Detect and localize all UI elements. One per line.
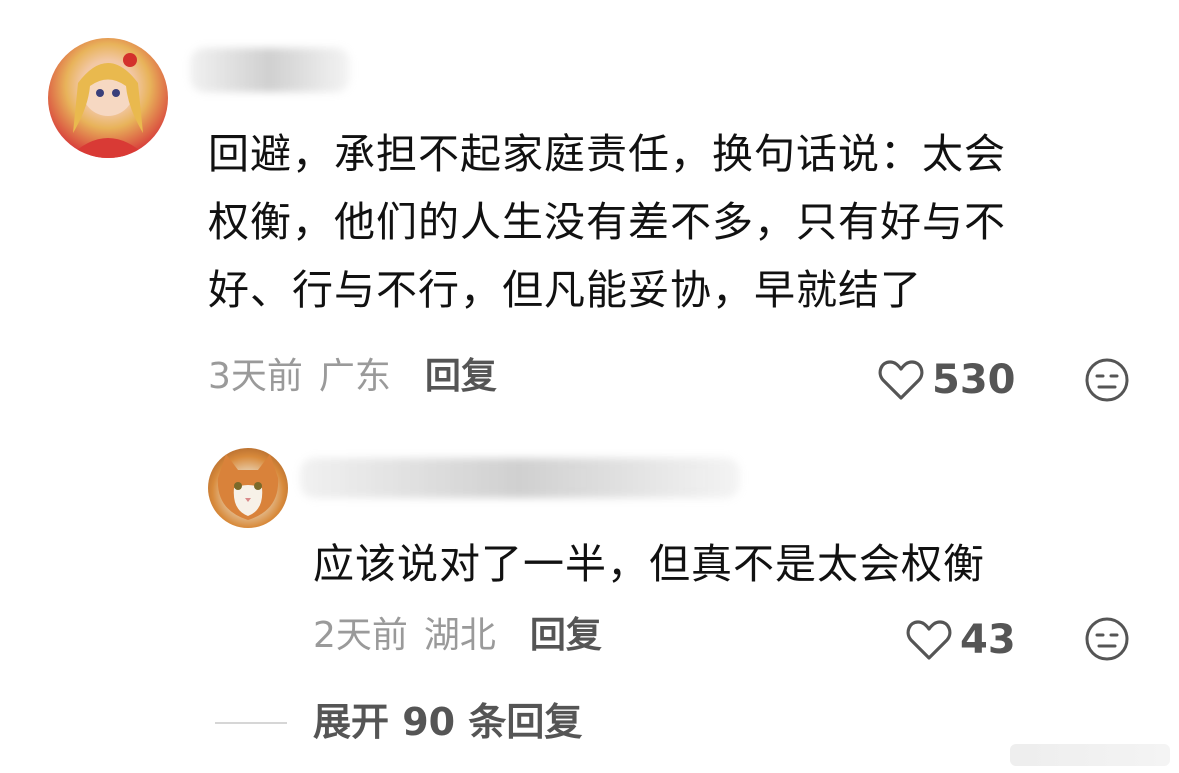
comment-meta: 3天前 广东 回复 <box>208 353 497 401</box>
comment-text: 回避，承担不起家庭责任，换句话说：太会 权衡，他们的人生没有差不多，只有好与不 … <box>208 130 1006 314</box>
watermark <box>1010 744 1170 766</box>
reply-username-blurred[interactable] <box>300 458 740 498</box>
reply-meta: 2天前 湖北 回复 <box>313 612 602 660</box>
comment-time: 3天前 <box>208 356 303 397</box>
expand-replies-button[interactable]: 展开 90 条回复 <box>313 698 582 746</box>
reply-text: 应该说对了一半，但真不是太会权衡 <box>313 540 985 588</box>
like-count: 530 <box>932 357 1016 403</box>
reply-avatar[interactable] <box>208 448 288 528</box>
reply-time: 2天前 <box>313 615 408 656</box>
reply-to-reply-button[interactable]: 回复 <box>530 612 602 660</box>
cat-avatar-image <box>217 454 279 520</box>
username-blurred[interactable] <box>190 48 350 92</box>
neutral-face-icon[interactable] <box>1084 616 1130 662</box>
like-button[interactable]: 530 <box>878 352 1016 408</box>
heart-outline-icon <box>878 360 924 400</box>
reply-location: 湖北 <box>423 615 496 656</box>
expand-divider <box>215 722 287 724</box>
reply-like-button[interactable]: 43 <box>906 612 1016 668</box>
neutral-face-icon[interactable] <box>1084 357 1130 403</box>
reply-like-count: 43 <box>960 617 1016 663</box>
comment-location: 广东 <box>318 356 391 397</box>
heart-outline-icon <box>906 620 952 660</box>
avatar[interactable] <box>48 38 168 158</box>
reply-button[interactable]: 回复 <box>425 353 497 401</box>
avatar-image <box>68 53 148 158</box>
